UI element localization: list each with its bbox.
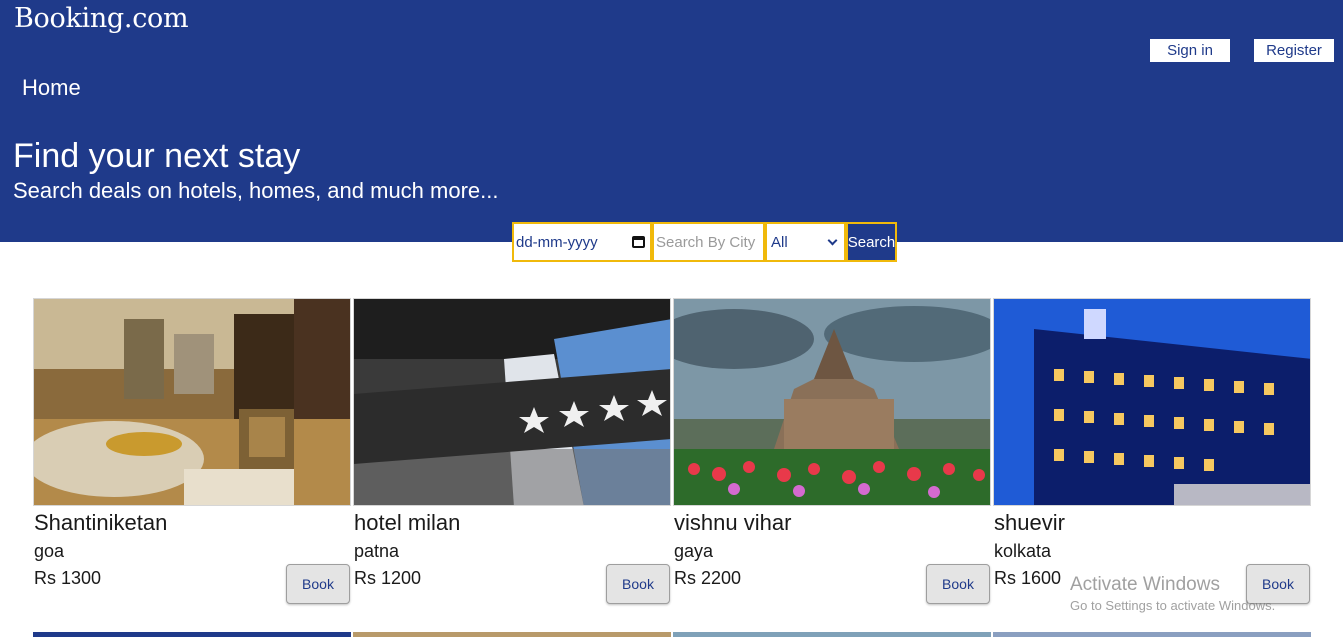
nav-home-link[interactable]: Home [22, 75, 81, 101]
hotel-image[interactable] [993, 298, 1311, 506]
site-header: Booking.com Home Sign in Register Find y… [0, 0, 1343, 242]
hotel-image[interactable] [673, 298, 991, 506]
hotel-price: Rs 1300 [34, 568, 102, 588]
property-type-select[interactable]: All [765, 222, 846, 262]
register-button[interactable]: Register [1254, 39, 1334, 62]
hotel-card: Shantiniketan goa Rs 1300 Book [33, 298, 351, 618]
property-type-value: All [771, 233, 788, 251]
hotel-image[interactable] [353, 298, 671, 506]
hotel-price: Rs 2200 [674, 568, 742, 588]
hotel-price: Rs 1200 [354, 568, 422, 588]
brand-logo[interactable]: Booking.com [14, 3, 189, 34]
next-row-image-peek [993, 632, 1311, 637]
city-search-placeholder: Search By City [656, 233, 756, 251]
hotel-card: hotel milan patna Rs 1200 Book [353, 298, 671, 618]
next-row-image-peek [353, 632, 671, 637]
sign-in-button[interactable]: Sign in [1150, 39, 1230, 62]
chevron-down-icon [827, 235, 838, 245]
hotel-city: patna [354, 541, 400, 561]
book-button[interactable]: Book [926, 564, 990, 604]
hotel-image[interactable] [33, 298, 351, 506]
hotel-name[interactable]: hotel milan [354, 510, 460, 536]
search-button[interactable]: Search [846, 222, 897, 262]
book-button[interactable]: Book [606, 564, 670, 604]
hotel-city: goa [34, 541, 65, 561]
hero-subtitle: Search deals on hotels, homes, and much … [13, 178, 499, 203]
windows-activation-watermark: Activate Windows Go to Settings to activ… [1070, 574, 1275, 613]
hotel-name[interactable]: vishnu vihar [674, 510, 791, 536]
hotel-name[interactable]: Shantiniketan [34, 510, 167, 536]
calendar-icon[interactable] [632, 236, 645, 248]
hotel-city: kolkata [994, 541, 1052, 561]
hotel-name[interactable]: shuevir [994, 510, 1065, 536]
watermark-title: Activate Windows [1070, 574, 1220, 595]
search-bar: dd-mm-yyyy Search By City All Search [512, 222, 897, 262]
hotel-card: shuevir kolkata Rs 1600 Book [993, 298, 1311, 618]
city-search-input[interactable]: Search By City [652, 222, 765, 262]
hero-title: Find your next stay [13, 137, 301, 175]
date-input[interactable]: dd-mm-yyyy [512, 222, 652, 262]
next-row-image-peek [33, 632, 351, 637]
watermark-subtitle: Go to Settings to activate Windows. [1070, 598, 1276, 613]
date-input-value: dd-mm-yyyy [516, 233, 598, 251]
hotel-price: Rs 1600 [994, 568, 1062, 588]
book-button[interactable]: Book [286, 564, 350, 604]
next-row-image-peek [673, 632, 991, 637]
hotel-city: gaya [674, 541, 714, 561]
hotel-card: vishnu vihar gaya Rs 2200 Book [673, 298, 991, 618]
